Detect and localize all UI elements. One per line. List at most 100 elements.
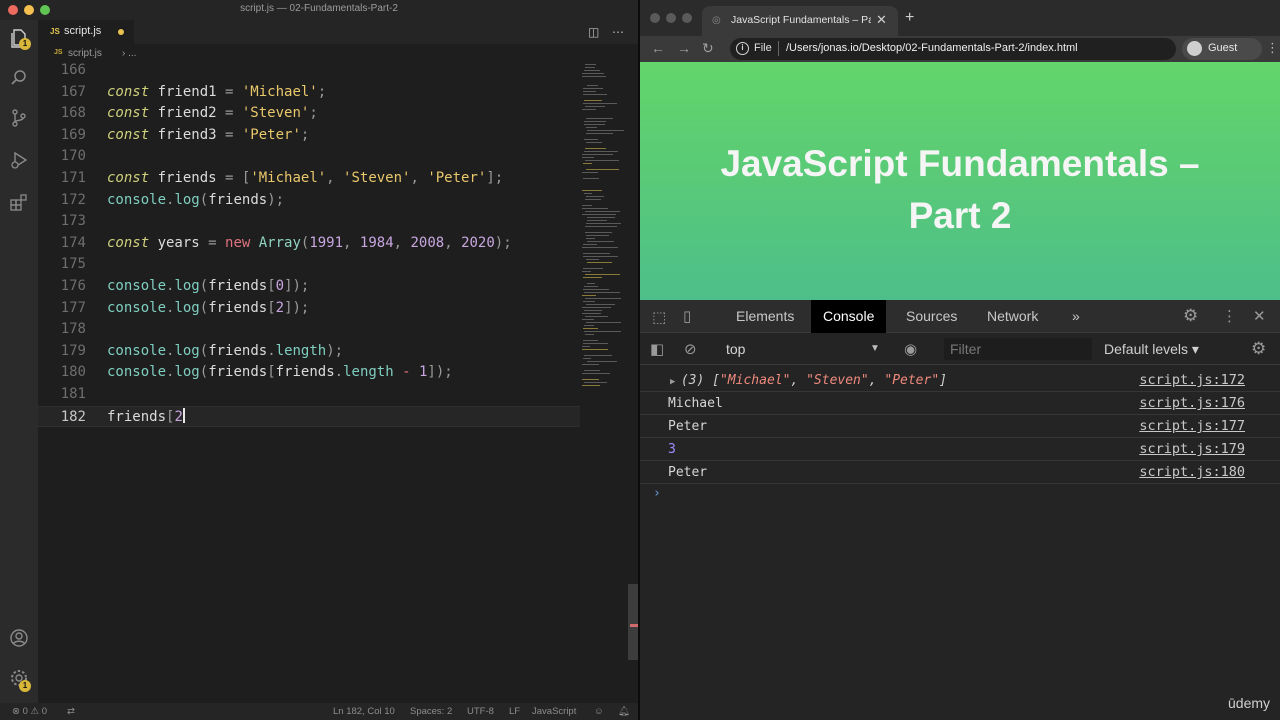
console-log-row[interactable]: Peter script.js:177: [640, 415, 1280, 438]
language-mode[interactable]: JavaScript: [532, 706, 576, 717]
code-line[interactable]: 171 const friends = ['Michael', 'Steven',…: [38, 168, 580, 190]
tab-console[interactable]: Console: [811, 300, 887, 333]
problems-status[interactable]: ⊗ 0 ⚠ 0: [12, 706, 47, 717]
code-line[interactable]: 178: [38, 319, 580, 341]
console-output[interactable]: › ▶ (3) ["Michael", "Steven", "Peter"] sc…: [640, 366, 1280, 720]
tab-script-js[interactable]: JS script.js: [38, 20, 134, 44]
console-log-row[interactable]: 3 script.js:179: [640, 438, 1280, 461]
code-line[interactable]: 170: [38, 146, 580, 168]
browser-close-button[interactable]: [650, 13, 660, 23]
forward-arrow-icon[interactable]: →: [677, 40, 691, 56]
code-line[interactable]: 176 console.log(friends[0]);: [38, 276, 580, 298]
devtools-settings-gear-icon[interactable]: ⚙: [1183, 306, 1198, 326]
inspect-element-icon[interactable]: ⬚: [652, 308, 666, 326]
code-line[interactable]: 173: [38, 211, 580, 233]
tab-network[interactable]: Network: [975, 300, 1050, 333]
accounts-icon[interactable]: [9, 628, 29, 648]
source-link[interactable]: script.js:180: [1139, 464, 1245, 480]
code-line[interactable]: 182 friends[2: [38, 405, 580, 428]
breadcrumb-more[interactable]: › ...: [122, 48, 136, 59]
editor-scrollbar-thumb[interactable]: [628, 584, 638, 660]
clear-console-icon[interactable]: ⊘: [684, 340, 697, 358]
minimap-stroke: [584, 100, 602, 101]
code-line[interactable]: 167 const friend1 = 'Michael';: [38, 82, 580, 104]
split-editor-icon[interactable]: ◫: [588, 25, 599, 39]
filter-input[interactable]: Filter: [944, 338, 1092, 360]
unsaved-dot-icon[interactable]: [118, 29, 124, 35]
code-line[interactable]: 179 console.log(friends.length);: [38, 341, 580, 363]
source-link[interactable]: script.js:172: [1139, 372, 1245, 388]
console-log-row[interactable]: Peter script.js:180: [640, 461, 1280, 484]
console-log-row[interactable]: Michael script.js:176: [640, 392, 1280, 415]
address-bar[interactable]: i File /Users/jonas.io/Desktop/02-Fundam…: [730, 38, 1176, 60]
search-icon[interactable]: [9, 68, 29, 88]
device-toolbar-icon[interactable]: ▯: [683, 307, 691, 325]
log-levels-select[interactable]: Default levels ▾: [1104, 341, 1199, 358]
console-log-row[interactable]: ▶ (3) ["Michael", "Steven", "Peter"] scri…: [640, 369, 1280, 392]
code-line[interactable]: 168 const friend2 = 'Steven';: [38, 103, 580, 125]
reload-icon[interactable]: ↻: [702, 40, 714, 57]
code-line[interactable]: 172 console.log(friends);: [38, 190, 580, 212]
browser-tab[interactable]: ◎ JavaScript Fundamentals – Part 2 ✕: [702, 6, 898, 36]
code-line[interactable]: 174 const years = new Array(1991, 1984, 2…: [38, 233, 580, 255]
code-line[interactable]: 166: [38, 60, 580, 82]
feedback-icon[interactable]: ☺: [594, 706, 604, 717]
extensions-icon[interactable]: [9, 192, 29, 212]
back-arrow-icon[interactable]: ←: [651, 40, 665, 56]
close-devtools-icon[interactable]: ✕: [1253, 307, 1266, 325]
minimap-stroke: [584, 382, 607, 383]
tab-sources[interactable]: Sources: [894, 300, 969, 333]
code-line[interactable]: 180 console.log(friends[friends.length - …: [38, 362, 580, 384]
code-text: const friend3 = 'Peter';: [107, 125, 309, 147]
info-icon[interactable]: i: [736, 42, 749, 55]
encoding-status[interactable]: UTF-8: [467, 706, 494, 717]
code-line[interactable]: 177 console.log(friends[2]);: [38, 298, 580, 320]
more-tabs-icon[interactable]: »: [1060, 300, 1092, 333]
minimap-stroke: [586, 259, 599, 260]
indentation-status[interactable]: Spaces: 2: [410, 706, 452, 717]
code-line[interactable]: 175: [38, 254, 580, 276]
code-line[interactable]: 181: [38, 384, 580, 406]
address-url[interactable]: /Users/jonas.io/Desktop/02-Fundamentals-…: [786, 42, 1078, 54]
profile-button[interactable]: Guest: [1182, 38, 1262, 60]
minimap-stroke: [582, 205, 592, 206]
notifications-bell-icon[interactable]: 🔔︎: [618, 706, 630, 717]
tab-elements[interactable]: Elements: [724, 300, 806, 333]
new-tab-icon[interactable]: +: [905, 9, 914, 27]
more-actions-icon[interactable]: ⋯: [612, 25, 624, 39]
browser-minimize-button[interactable]: [666, 13, 676, 23]
live-share-icon[interactable]: ⇄: [67, 706, 75, 717]
minimap-stroke: [583, 94, 607, 95]
expand-arrow-icon[interactable]: ▶: [670, 377, 681, 387]
context-select[interactable]: top: [726, 341, 745, 357]
source-control-icon[interactable]: [9, 108, 29, 128]
code-editor[interactable]: 166 167 const friend1 = 'Michael'; 168 const…: [38, 62, 580, 584]
warning-count: 0: [41, 706, 48, 717]
code-text: const friend2 = 'Steven';: [107, 103, 318, 125]
avatar-icon: [1187, 41, 1202, 56]
source-link[interactable]: script.js:177: [1139, 418, 1245, 434]
close-tab-icon[interactable]: ✕: [876, 12, 887, 28]
cursor-position[interactable]: Ln 182, Col 10: [333, 706, 395, 717]
minimap[interactable]: [580, 64, 628, 404]
dropdown-caret-icon[interactable]: ▼: [870, 343, 880, 354]
source-link[interactable]: script.js:176: [1139, 395, 1245, 411]
source-link[interactable]: script.js:179: [1139, 441, 1245, 457]
show-sidebar-icon[interactable]: ◧: [650, 340, 664, 358]
code-line[interactable]: 169 const friend3 = 'Peter';: [38, 125, 580, 147]
console-settings-gear-icon[interactable]: ⚙: [1251, 339, 1266, 359]
browser-maximize-button[interactable]: [682, 13, 692, 23]
console-value: Michael: [668, 396, 723, 411]
line-number: 171: [60, 170, 86, 186]
minimap-stroke: [582, 319, 594, 320]
devtools-menu-icon[interactable]: ⋮: [1222, 307, 1237, 325]
console-prompt[interactable]: ›: [653, 486, 661, 501]
code-token: 1984: [359, 234, 394, 251]
eol-status[interactable]: LF: [509, 706, 520, 717]
breadcrumb-file[interactable]: script.js: [68, 48, 102, 59]
code-token: ;: [309, 105, 318, 122]
run-debug-icon[interactable]: [9, 150, 29, 170]
browser-menu-icon[interactable]: ⋮: [1266, 40, 1279, 56]
live-expression-eye-icon[interactable]: ◉: [904, 340, 917, 358]
minimap-stroke: [582, 379, 599, 380]
